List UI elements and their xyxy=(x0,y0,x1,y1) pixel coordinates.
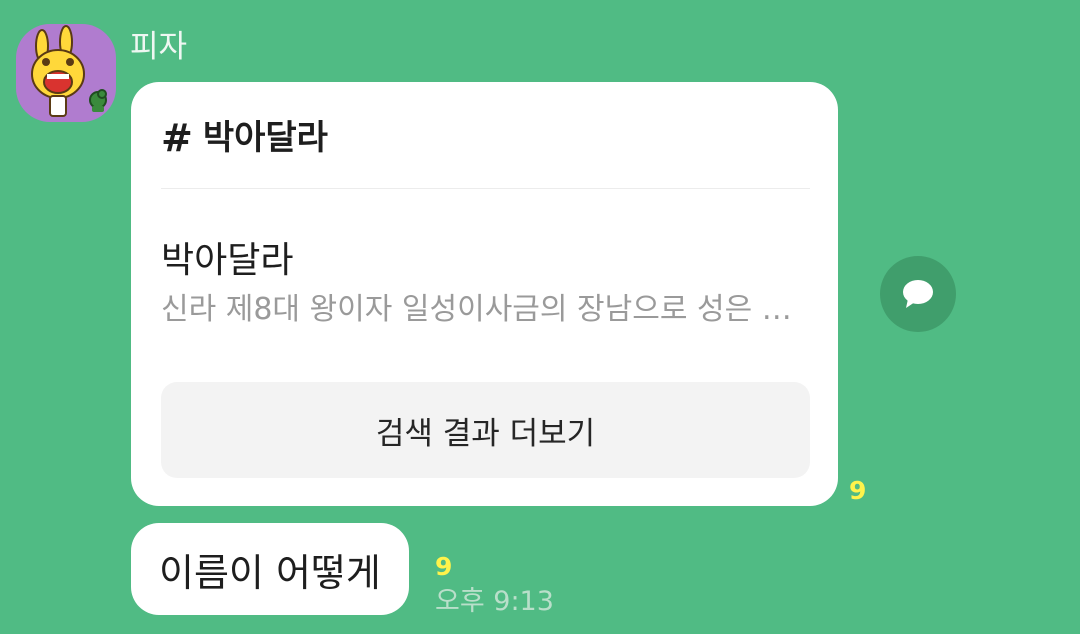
result-title[interactable]: 박아달라 xyxy=(161,238,293,284)
message-timestamp: 오후 9:13 xyxy=(435,586,554,617)
more-results-button[interactable]: 검색 결과 더보기 xyxy=(161,382,810,478)
sender-name: 피자 xyxy=(130,29,188,65)
sender-avatar[interactable] xyxy=(16,24,116,122)
card-unread-count: 9 xyxy=(849,476,867,505)
card-title-text: 박아달라 xyxy=(202,118,328,158)
message-unread-count: 9 xyxy=(435,552,453,581)
result-description: 신라 제8대 왕이자 일성이사금의 장남으로 성은 박... xyxy=(161,292,811,327)
message-text: 이름이 어떻게 xyxy=(159,550,381,595)
cartoon-character-avatar-icon xyxy=(31,25,107,117)
card-divider xyxy=(161,188,810,189)
message-bubble[interactable]: 이름이 어떻게 xyxy=(131,523,409,615)
search-result-card[interactable]: # 박아달라 박아달라 신라 제8대 왕이자 일성이사금의 장남으로 성은 박.… xyxy=(131,82,838,506)
hash-icon: # xyxy=(161,116,193,160)
card-title: # 박아달라 xyxy=(161,116,328,160)
speech-bubble-icon xyxy=(903,280,933,308)
share-button[interactable] xyxy=(880,256,956,332)
